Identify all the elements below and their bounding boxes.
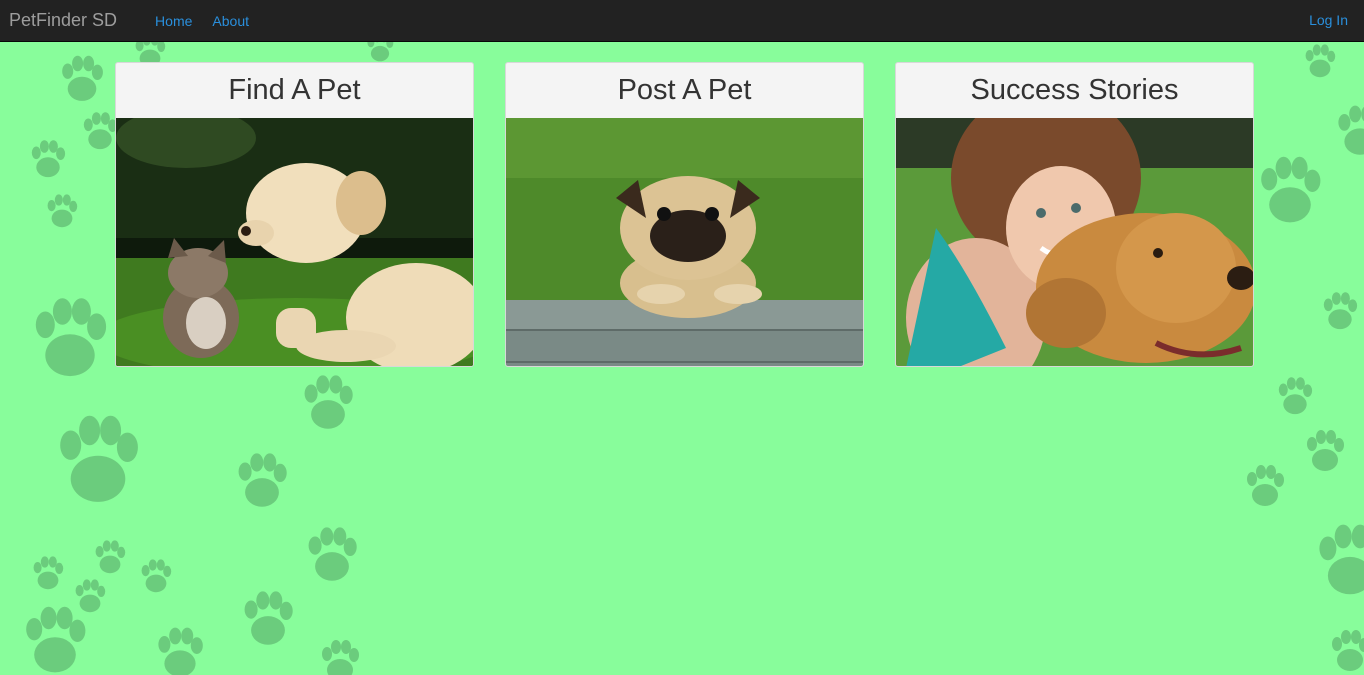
card-title: Post A Pet — [617, 74, 752, 106]
nav-link-about[interactable]: About — [212, 13, 249, 29]
login-link[interactable]: Log In — [1309, 12, 1348, 28]
card-success-stories[interactable]: Success Stories — [895, 62, 1254, 367]
puppy-and-kitten-photo[interactable] — [116, 118, 474, 367]
pug-photo[interactable] — [506, 118, 864, 367]
brand-link[interactable]: PetFinder SD — [9, 10, 117, 31]
card-post-a-pet[interactable]: Post A Pet — [505, 62, 864, 367]
navbar-right: Log In — [1309, 12, 1348, 30]
girl-with-dog-photo[interactable] — [896, 118, 1254, 367]
card-find-a-pet[interactable]: Find A Pet — [115, 62, 474, 367]
card-title: Find A Pet — [228, 74, 361, 106]
card-title: Success Stories — [970, 74, 1179, 106]
nav-link-home[interactable]: Home — [155, 13, 192, 29]
top-navbar: PetFinder SD Home About Log In — [0, 0, 1364, 42]
